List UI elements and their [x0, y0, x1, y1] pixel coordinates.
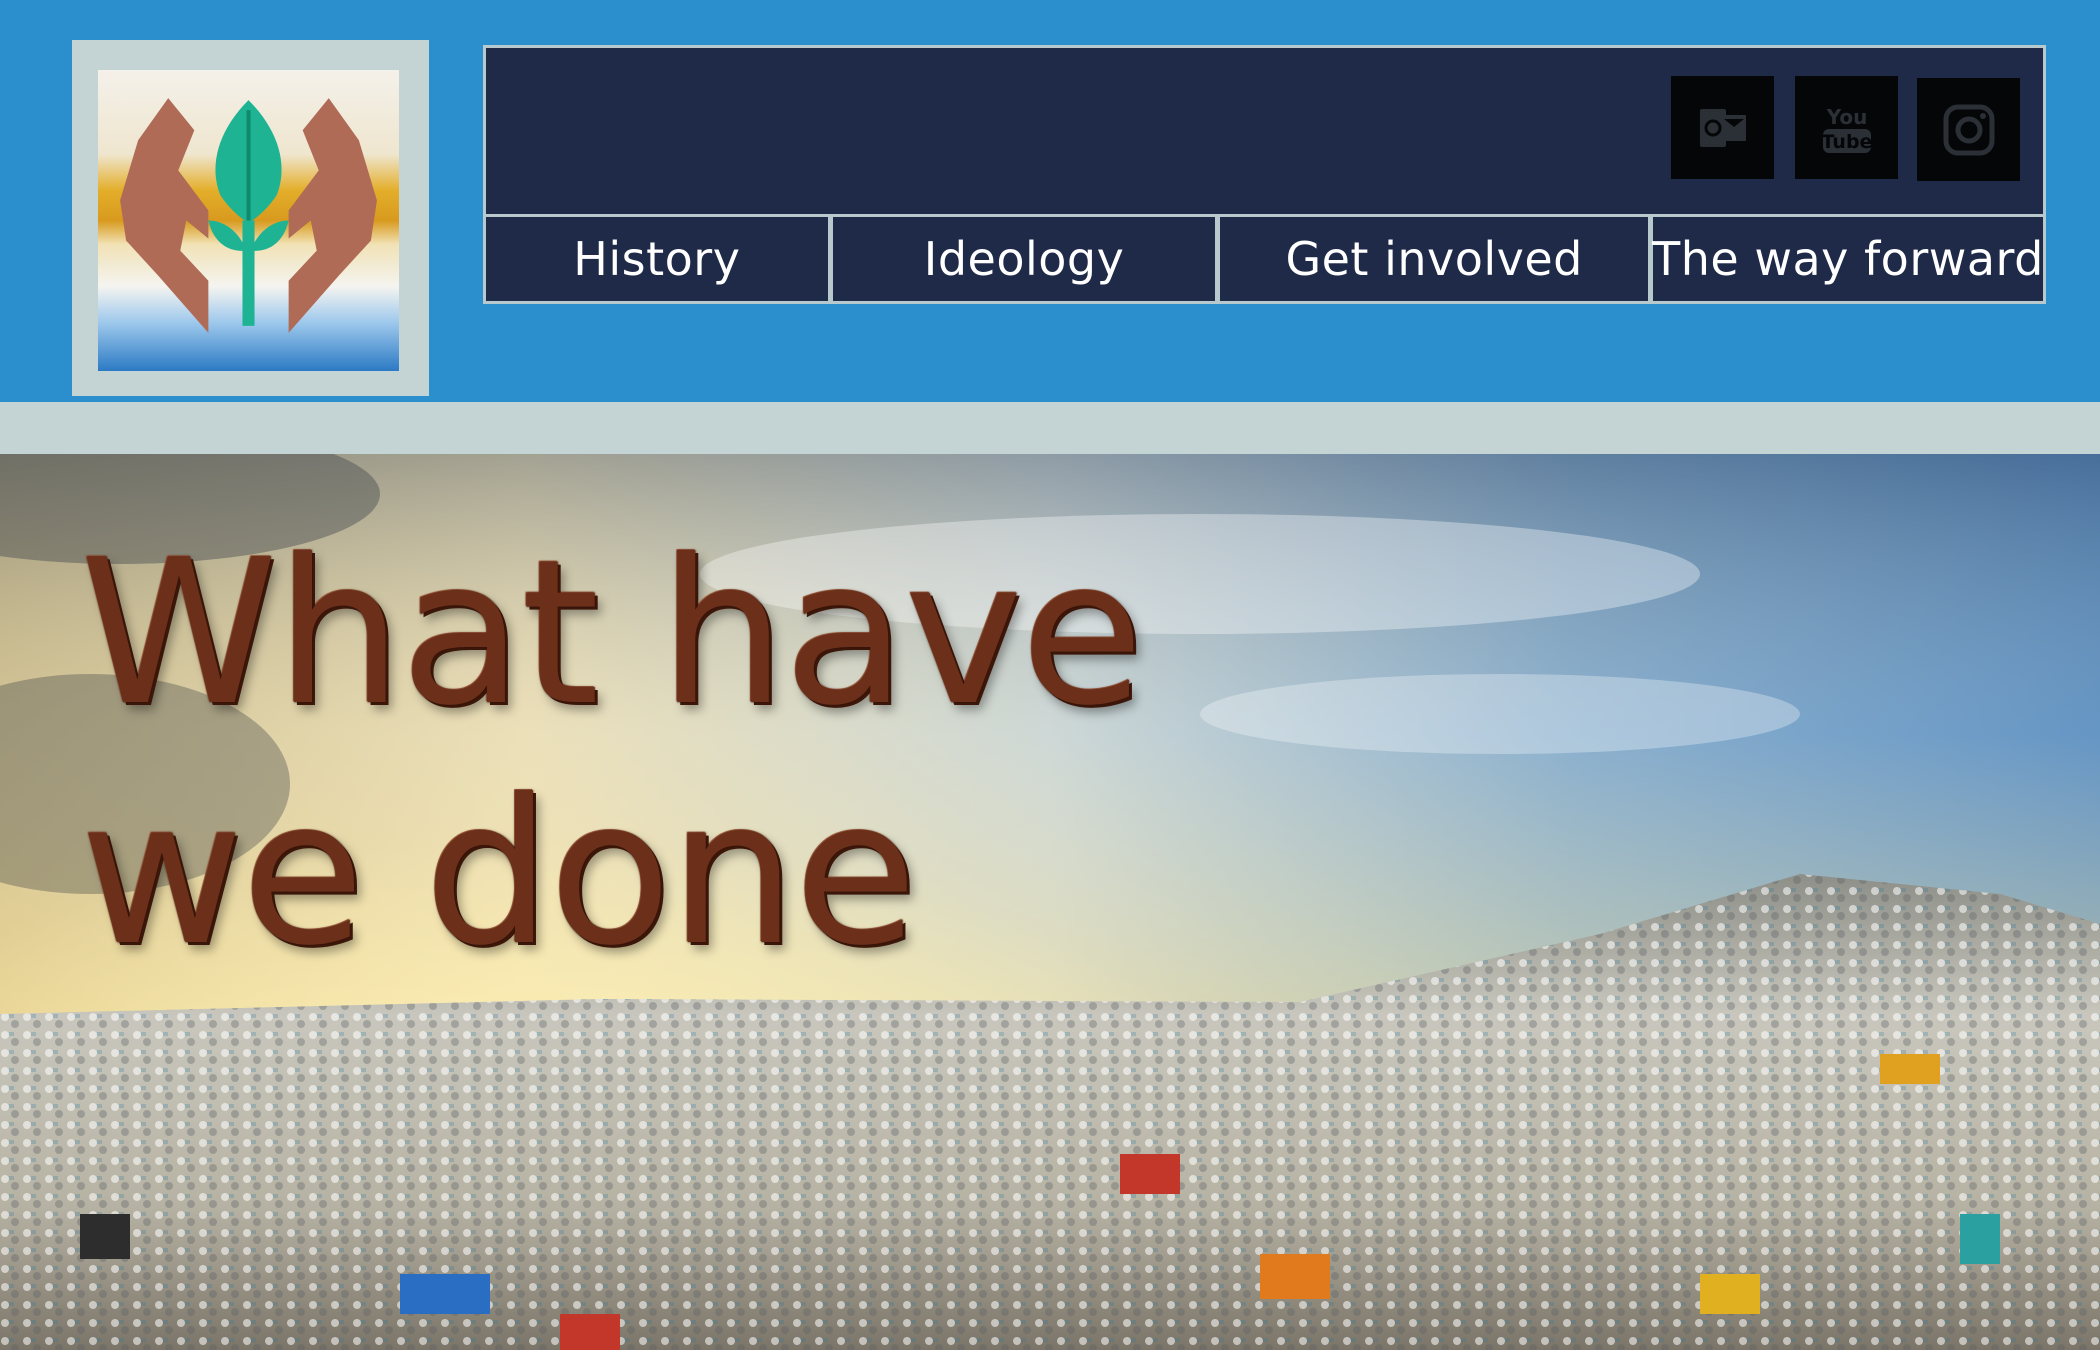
outlook-icon[interactable] [1671, 76, 1774, 179]
nav-item-history[interactable]: History [486, 217, 828, 301]
hero-section: What have we done [0, 454, 2100, 1350]
site-header: You Tube History Ideology Get involved T… [0, 0, 2100, 402]
logo-frame [72, 40, 429, 396]
nav-item-ideology[interactable]: Ideology [832, 217, 1216, 301]
hands-leaf-logo-icon[interactable] [98, 70, 399, 371]
svg-text:You: You [1825, 105, 1867, 129]
main-nav: History Ideology Get involved The way fo… [483, 214, 2046, 304]
instagram-icon[interactable] [1917, 78, 2020, 181]
hero-title: What have we done [80, 517, 1144, 990]
nav-item-get-involved[interactable]: Get involved [1220, 217, 1648, 301]
header-banner: You Tube [483, 45, 2046, 217]
youtube-icon[interactable]: You Tube [1795, 76, 1898, 179]
nav-item-the-way-forward[interactable]: The way forward [1652, 217, 2043, 301]
header-divider-strip [0, 402, 2100, 454]
svg-text:Tube: Tube [1821, 131, 1872, 153]
